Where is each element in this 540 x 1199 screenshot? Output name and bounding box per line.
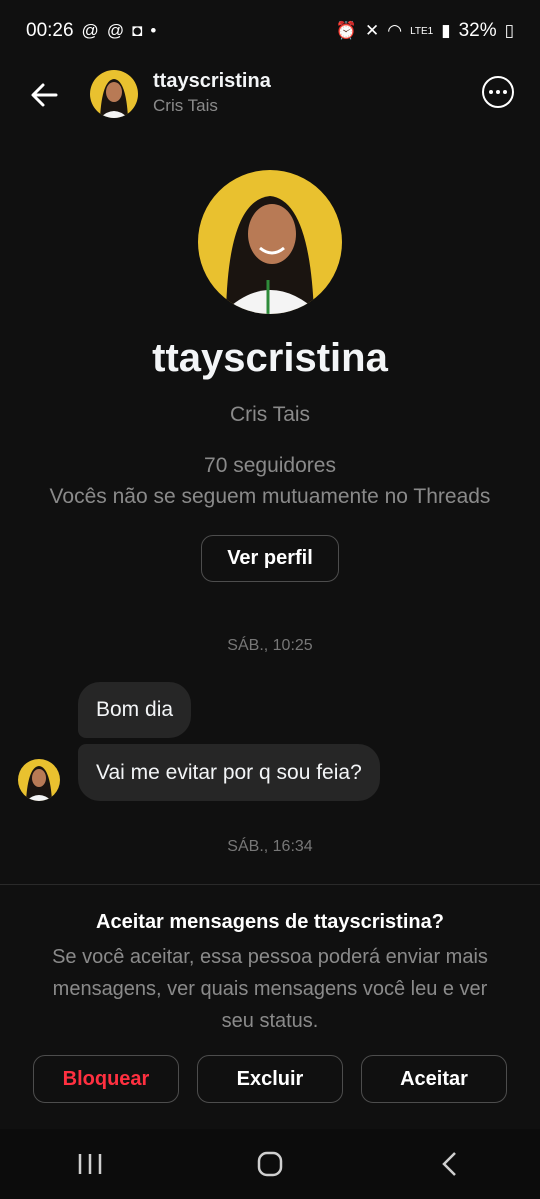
profile-avatar[interactable] bbox=[198, 170, 342, 314]
signal-icon: ▮ bbox=[441, 21, 451, 40]
system-back-icon[interactable] bbox=[420, 1144, 480, 1184]
recent-apps-icon[interactable] bbox=[60, 1144, 120, 1184]
status-bar: 00:26 @ @ ◘ • ⏰ ✕ ◠ LTE1 ▮ 32% ▯ bbox=[0, 0, 540, 62]
status-left: 00:26 @ @ ◘ • bbox=[26, 20, 156, 42]
wifi-icon: ◠ bbox=[387, 21, 403, 40]
message-request-panel: Aceitar mensagens de ttayscristina? Se v… bbox=[0, 885, 540, 1129]
threads-notification-icon-2: @ bbox=[106, 21, 125, 40]
block-button[interactable]: Bloquear bbox=[33, 1055, 179, 1103]
more-options-icon[interactable] bbox=[482, 76, 514, 108]
status-right: ⏰ ✕ ◠ LTE1 ▮ 32% ▯ bbox=[336, 20, 514, 42]
profile-followers: 70 seguidores bbox=[204, 454, 336, 477]
view-profile-button[interactable]: Ver perfil bbox=[201, 535, 339, 582]
instagram-notification-icon: ◘ bbox=[132, 21, 143, 40]
header-avatar[interactable] bbox=[90, 70, 138, 118]
back-arrow-icon[interactable] bbox=[28, 78, 62, 112]
more-notifications-dot-icon: • bbox=[150, 21, 157, 40]
message-bubble[interactable]: Vai me evitar por q sou feia? bbox=[78, 744, 380, 801]
system-nav-bar bbox=[0, 1129, 540, 1199]
request-title: Aceitar mensagens de ttayscristina? bbox=[96, 911, 444, 933]
home-icon[interactable] bbox=[240, 1144, 300, 1184]
status-time: 00:26 bbox=[26, 20, 74, 41]
battery-icon: ▯ bbox=[504, 21, 514, 40]
more-dot bbox=[489, 90, 493, 94]
conversation-header: ttayscristina Cris Tais bbox=[0, 62, 540, 126]
message-sender-avatar[interactable] bbox=[18, 759, 60, 801]
profile-username: ttayscristina bbox=[152, 336, 388, 380]
network-label: LTE1 bbox=[410, 25, 434, 37]
request-description: Se você aceitar, essa pessoa poderá envi… bbox=[52, 946, 488, 1032]
message-timestamp: SÁB., 16:34 bbox=[227, 838, 313, 855]
header-names[interactable]: ttayscristina Cris Tais bbox=[153, 70, 271, 116]
message-bubble[interactable]: Bom dia bbox=[78, 682, 192, 738]
threads-notification-icon: @ bbox=[81, 21, 99, 40]
mute-icon: ✕ bbox=[364, 21, 380, 40]
profile-mutual-status: Vocês não se seguem mutuamente no Thread… bbox=[49, 485, 491, 508]
alarm-icon: ⏰ bbox=[335, 21, 357, 40]
more-dot bbox=[496, 90, 500, 94]
header-full-name: Cris Tais bbox=[153, 96, 218, 115]
more-dot bbox=[503, 90, 507, 94]
accept-button[interactable]: Aceitar bbox=[361, 1055, 507, 1103]
battery-percent: 32% bbox=[458, 20, 497, 41]
header-username: ttayscristina bbox=[153, 70, 271, 92]
message-timestamp: SÁB., 10:25 bbox=[227, 637, 313, 654]
delete-button[interactable]: Excluir bbox=[197, 1055, 343, 1103]
profile-full-name: Cris Tais bbox=[229, 403, 311, 426]
